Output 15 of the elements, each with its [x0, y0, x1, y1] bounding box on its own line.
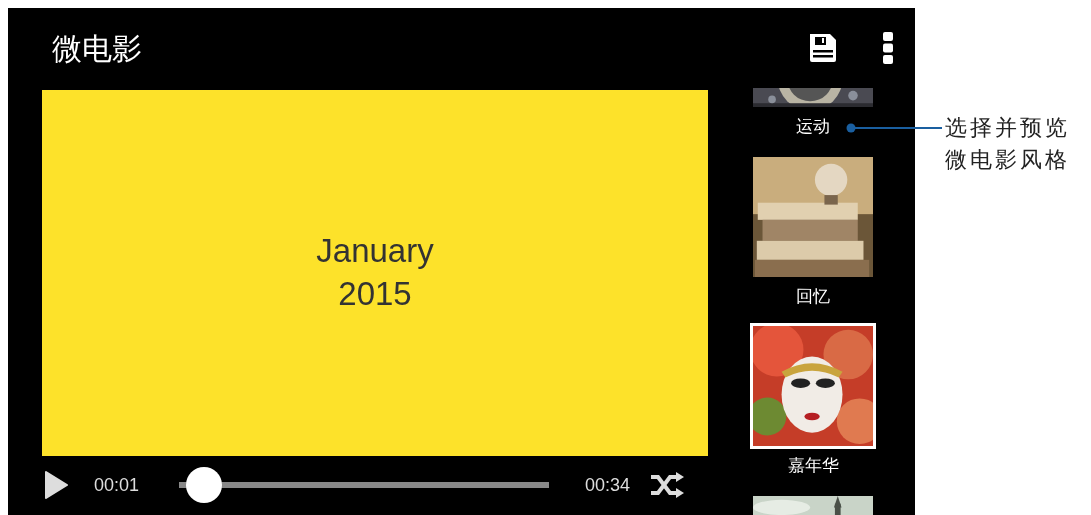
play-icon[interactable]: [44, 471, 68, 500]
more-options-icon[interactable]: [883, 32, 893, 64]
seek-handle[interactable]: [185, 467, 222, 504]
total-time: 00:34: [585, 473, 631, 497]
elapsed-time: 00:01: [94, 473, 140, 497]
style-label: 回忆: [796, 284, 830, 308]
callout-text: 微电影风格: [945, 145, 1070, 174]
callout-text: 选择并预览: [945, 114, 1070, 142]
shuffle-icon[interactable]: [650, 472, 685, 499]
preview-year: 2015: [338, 273, 412, 314]
app-title: 微电影: [52, 29, 142, 68]
preview-title: January: [316, 230, 434, 271]
style-label: 嘉年华: [787, 454, 839, 477]
style-label: 运动: [796, 115, 830, 138]
save-icon[interactable]: [807, 32, 839, 64]
